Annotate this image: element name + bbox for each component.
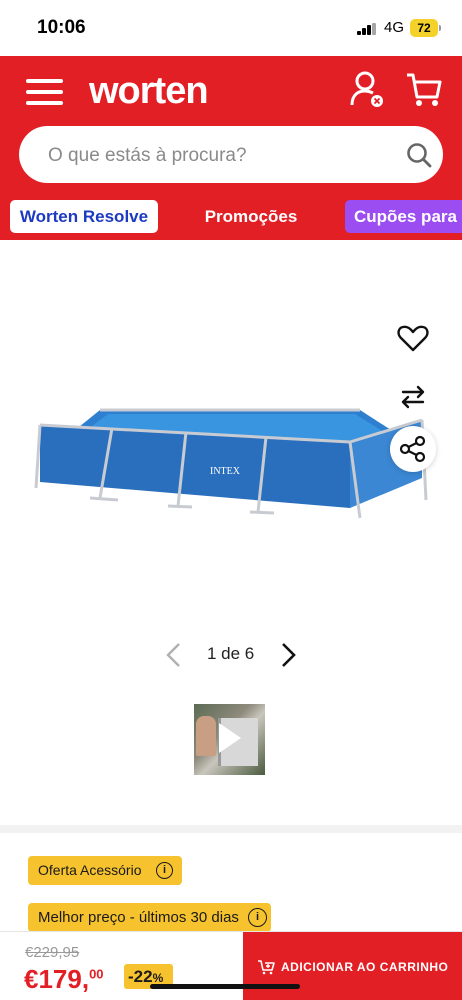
discount-value: -22: [128, 967, 153, 986]
discount-unit: %: [152, 971, 164, 985]
heart-icon[interactable]: [390, 316, 436, 362]
current-price: €179,00: [24, 964, 104, 995]
menu-icon[interactable]: [26, 79, 63, 105]
site-header: worten O que estás à procura? Worten Res…: [0, 56, 462, 240]
status-bar: 10:06 4G 72: [0, 0, 462, 56]
battery-icon: 72: [410, 19, 438, 37]
cart-plus-icon: [258, 960, 275, 975]
image-pager: 1 de 6: [0, 640, 462, 670]
user-account-icon[interactable]: [349, 70, 385, 108]
video-thumbnail[interactable]: [194, 704, 265, 775]
add-to-cart-label: ADICIONAR AO CARRINHO: [281, 960, 449, 974]
signal-icon: [357, 23, 377, 35]
badge-oferta-acessorio[interactable]: Oferta Acessório i: [28, 856, 182, 885]
status-time: 10:06: [37, 17, 86, 38]
search-input[interactable]: O que estás à procura?: [19, 126, 443, 183]
badge-melhor-preco-label: Melhor preço - últimos 30 dias: [38, 909, 239, 926]
section-divider: [0, 825, 462, 833]
info-icon[interactable]: i: [248, 908, 267, 927]
worten-logo[interactable]: worten: [89, 70, 209, 113]
price-main: €179,: [24, 964, 90, 994]
chip-worten-resolve[interactable]: Worten Resolve: [10, 200, 158, 233]
search-icon[interactable]: [406, 142, 432, 168]
home-indicator: [150, 984, 300, 989]
chevron-left-icon[interactable]: [164, 642, 184, 668]
svg-text:INTEX: INTEX: [210, 466, 241, 477]
chip-promocoes[interactable]: Promoções: [195, 200, 307, 233]
play-icon[interactable]: [219, 723, 241, 753]
chevron-right-icon[interactable]: [278, 642, 298, 668]
share-icon[interactable]: [390, 426, 436, 472]
add-to-cart-button[interactable]: ADICIONAR AO CARRINHO: [243, 932, 462, 1000]
thumb-person-shape: [196, 716, 216, 756]
product-gallery: INTEX 1 de 6: [0, 240, 462, 825]
old-price: €229,95: [25, 944, 80, 961]
product-image-pool[interactable]: INTEX: [30, 400, 430, 525]
search-placeholder: O que estás à procura?: [48, 145, 247, 166]
battery-tip: [439, 25, 441, 31]
pager-text: 1 de 6: [207, 644, 255, 663]
network-label: 4G: [384, 19, 405, 36]
badge-melhor-preco[interactable]: Melhor preço - últimos 30 dias i: [28, 903, 271, 932]
compare-arrows-icon[interactable]: [390, 374, 436, 420]
info-icon[interactable]: i: [156, 862, 173, 879]
price-cents: 00: [89, 966, 104, 982]
badge-oferta-label: Oferta Acessório: [38, 862, 142, 878]
cart-icon[interactable]: [405, 72, 443, 108]
chip-cupoes[interactable]: Cupões para: [345, 200, 462, 233]
